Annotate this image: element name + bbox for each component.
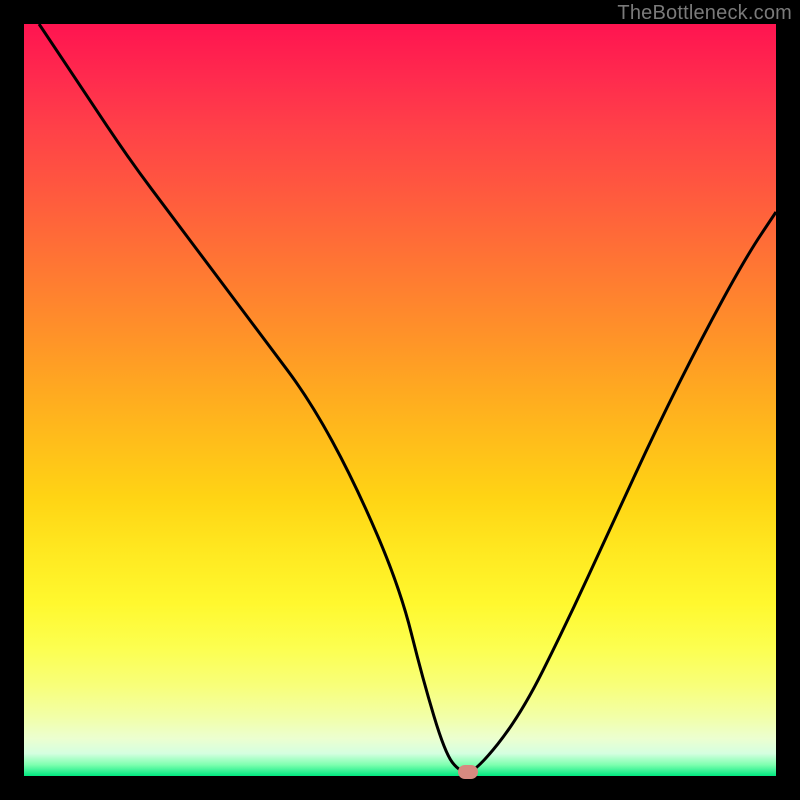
chart-curve (24, 24, 776, 776)
chart-frame (24, 24, 776, 776)
optimal-point-marker (458, 765, 478, 779)
watermark-text: TheBottleneck.com (617, 2, 792, 25)
bottleneck-line (39, 24, 776, 772)
